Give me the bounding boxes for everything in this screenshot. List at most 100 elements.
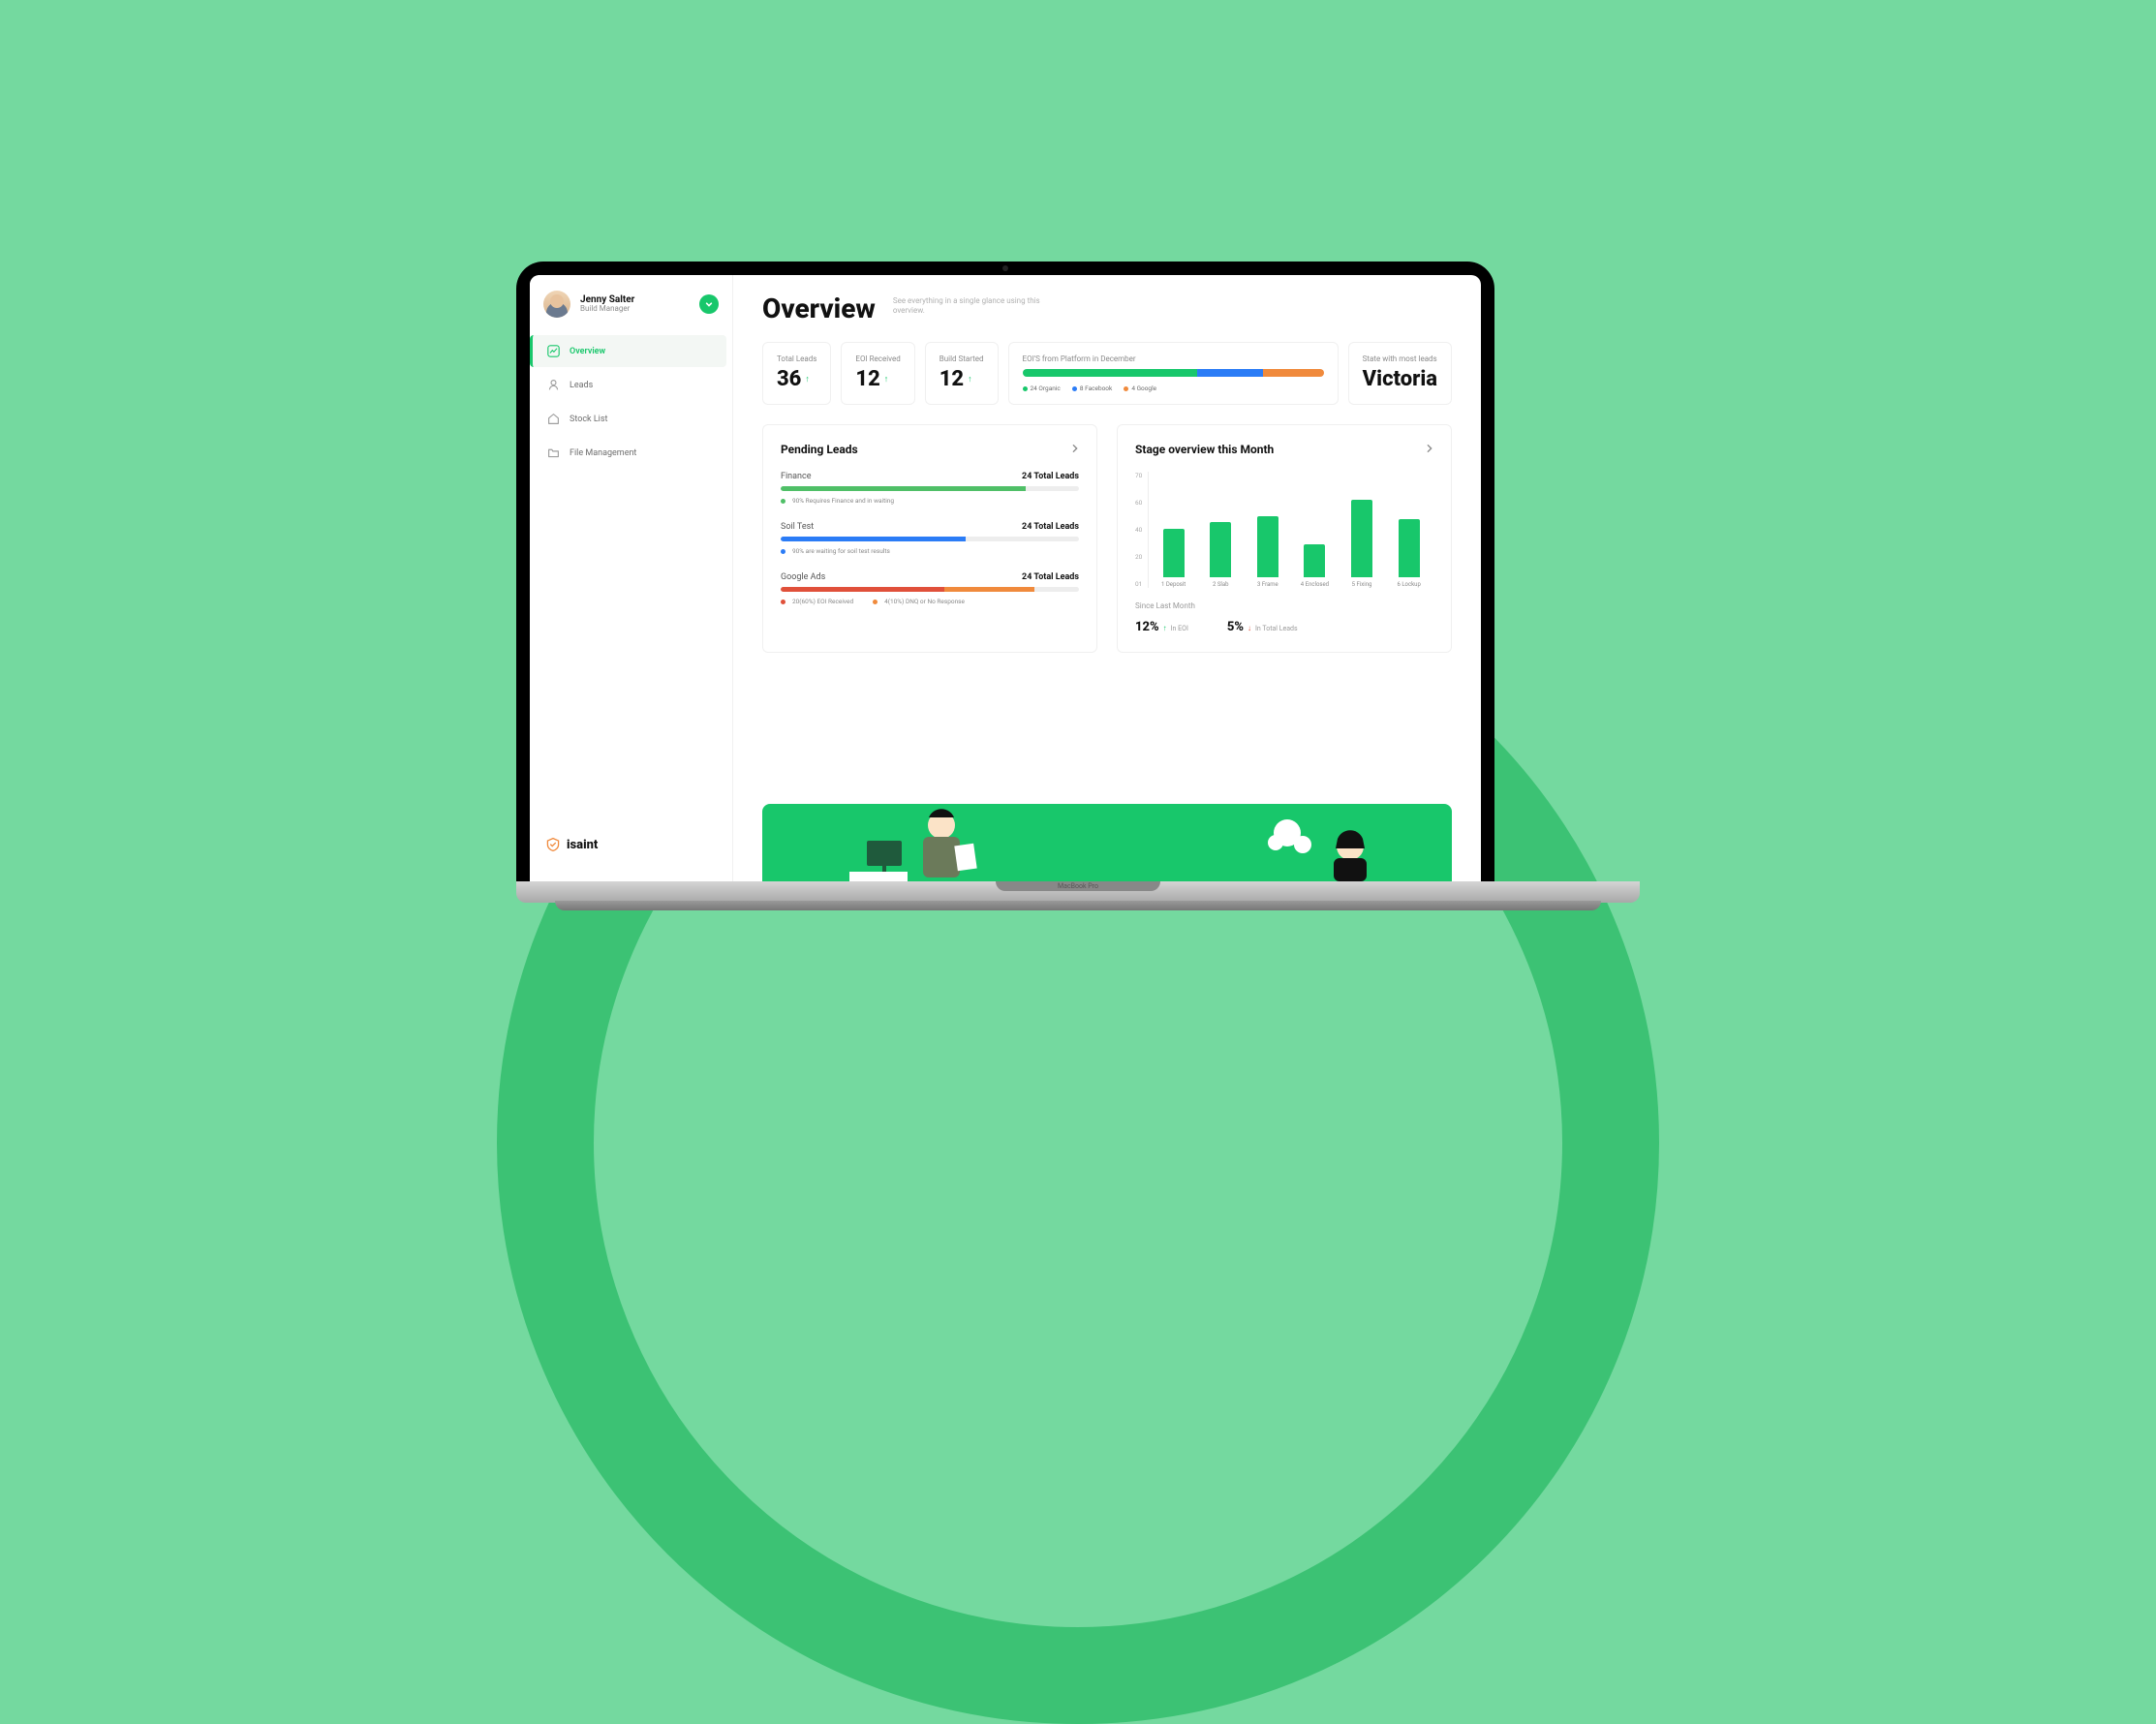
stacked-bar <box>1023 369 1324 377</box>
kpi-build-started: Build Started 12 ↑ <box>925 342 999 405</box>
arrow-up-icon: ↑ <box>1163 624 1167 632</box>
user-profile[interactable]: Jenny Salter Build Manager <box>530 291 732 335</box>
bar <box>1163 529 1185 577</box>
nav-item-file-management[interactable]: File Management <box>536 437 726 469</box>
house-icon <box>547 413 560 425</box>
bar <box>1351 500 1372 577</box>
progress-fill <box>781 537 966 541</box>
delta-row: 12% ↑ In EOI 5% ↓ In Total Leads <box>1135 620 1433 634</box>
pending-category: Google Ads <box>781 572 825 582</box>
nav-item-leads[interactable]: Leads <box>536 369 726 401</box>
pending-item-soil-test: Soil Test 24 Total Leads 90% are waiting … <box>781 522 1079 555</box>
page-title: Overview <box>762 292 876 324</box>
shield-icon <box>545 837 561 852</box>
pending-category: Finance <box>781 472 811 481</box>
nav-list: Overview Leads Stock List File Managemen… <box>530 335 732 469</box>
laptop-base: MacBook Pro <box>516 881 1640 903</box>
brand-name: isaint <box>567 838 598 852</box>
panel-expand-button[interactable] <box>1071 444 1079 456</box>
progress-fill-2 <box>944 587 1033 592</box>
promo-banner <box>762 804 1452 881</box>
trend-up-icon: ↑ <box>805 374 810 385</box>
legend-item: 8 Facebook <box>1072 385 1113 392</box>
avatar <box>543 291 570 318</box>
delta-eoi: 12% ↑ In EOI <box>1135 620 1188 634</box>
kpi-value: 12 <box>855 367 879 391</box>
folder-icon <box>547 446 560 459</box>
state-value: Victoria <box>1363 367 1437 391</box>
brand-logo: isaint <box>530 823 732 866</box>
kpi-value: 12 <box>939 367 964 391</box>
illustration-right <box>1258 804 1394 881</box>
progress-track <box>781 537 1079 541</box>
progress-fill <box>781 486 1026 491</box>
bar <box>1304 544 1325 577</box>
pending-count: 24 Total Leads <box>1022 522 1079 532</box>
trend-up-icon: ↑ <box>884 374 889 385</box>
eoi-legend: 24 Organic 8 Facebook 4 Google <box>1023 385 1324 392</box>
pending-count: 24 Total Leads <box>1022 572 1079 582</box>
kpi-label: EOI Received <box>855 354 900 363</box>
kpi-row: Total Leads 36↑ EOI Received 12 ↑ Build S… <box>762 342 1452 405</box>
pending-note: 90% Requires Finance and in waiting <box>781 497 1079 505</box>
bar-label: 2 Slab <box>1213 581 1229 588</box>
nav-label: Stock List <box>570 415 607 424</box>
chevron-right-icon <box>1071 444 1079 453</box>
illustration-left <box>840 804 995 881</box>
bar-label: 4 Enclosed <box>1301 581 1329 588</box>
kpi-label: State with most leads <box>1363 354 1437 363</box>
trend-up-icon: ↑ <box>968 374 972 385</box>
bar-col: 2 Slab <box>1200 522 1242 588</box>
pending-count: 24 Total Leads <box>1022 472 1079 481</box>
segment-organic <box>1023 369 1197 377</box>
pending-note: 90% are waiting for soil test results <box>781 547 1079 555</box>
bar-label: 5 Fixing <box>1352 581 1372 588</box>
nav-item-stock-list[interactable]: Stock List <box>536 403 726 435</box>
pending-item-finance: Finance 24 Total Leads 90% Requires Finan… <box>781 472 1079 505</box>
kpi-label: Build Started <box>939 354 984 363</box>
segment-google <box>1263 369 1323 377</box>
page-subtitle: See everything in a single glance using … <box>893 292 1048 317</box>
progress-track <box>781 587 1079 592</box>
since-label: Since Last Month <box>1135 601 1433 610</box>
bar-col: 6 Lockup <box>1388 519 1430 588</box>
nav-label: Overview <box>570 347 605 356</box>
nav-label: File Management <box>570 448 636 458</box>
laptop-notch <box>947 262 1063 275</box>
legend-item: 24 Organic <box>1023 385 1061 392</box>
app-screen: Jenny Salter Build Manager Overview Lead <box>530 275 1481 881</box>
bar <box>1257 516 1278 577</box>
kpi-eoi-received: EOI Received 12 ↑ <box>841 342 914 405</box>
progress-fill <box>781 587 944 592</box>
bar <box>1399 519 1420 577</box>
pending-item-google-ads: Google Ads 24 Total Leads 20(60%) EOI Rec… <box>781 572 1079 605</box>
bars-container: 1 Deposit 2 Slab 3 Frame 4 Enclosed 5 Fixing… <box>1148 472 1433 588</box>
pending-note: 4(10%) DNQ or No Response <box>873 598 965 605</box>
laptop-hinge-label: MacBook Pro <box>996 881 1160 891</box>
sidebar-toggle-button[interactable] <box>699 294 719 314</box>
chevron-down-icon <box>705 300 713 308</box>
panel-expand-button[interactable] <box>1426 444 1433 456</box>
kpi-eoi-platform: EOI'S from Platform in December 24 Organ… <box>1008 342 1339 405</box>
panel-stage-overview: Stage overview this Month 70 60 40 20 <box>1117 424 1452 653</box>
user-role: Build Manager <box>580 305 690 314</box>
nav-item-overview[interactable]: Overview <box>530 335 726 367</box>
bar-col: 3 Frame <box>1247 516 1289 588</box>
kpi-label: EOI'S from Platform in December <box>1023 354 1324 363</box>
bar-chart: 70 60 40 20 01 1 Deposit2 Slab3 Frame4 E… <box>1135 472 1433 588</box>
chevron-right-icon <box>1426 444 1433 453</box>
pending-category: Soil Test <box>781 522 814 532</box>
panel-pending-leads: Pending Leads Finance 24 Total Leads 90% … <box>762 424 1097 653</box>
pending-note: 20(60%) EOI Received <box>781 598 853 605</box>
person-icon <box>547 379 560 391</box>
bar-label: 3 Frame <box>1257 581 1278 588</box>
main-content: Overview See everything in a single glan… <box>733 275 1481 881</box>
bar-col: 1 Deposit <box>1153 529 1194 588</box>
panel-title: Stage overview this Month <box>1135 443 1274 456</box>
laptop-frame: Jenny Salter Build Manager Overview Lead <box>516 262 1640 903</box>
bar <box>1210 522 1231 577</box>
panel-title: Pending Leads <box>781 443 858 456</box>
kpi-total-leads: Total Leads 36↑ <box>762 342 831 405</box>
arrow-down-icon: ↓ <box>1247 624 1251 632</box>
segment-facebook <box>1197 369 1263 377</box>
